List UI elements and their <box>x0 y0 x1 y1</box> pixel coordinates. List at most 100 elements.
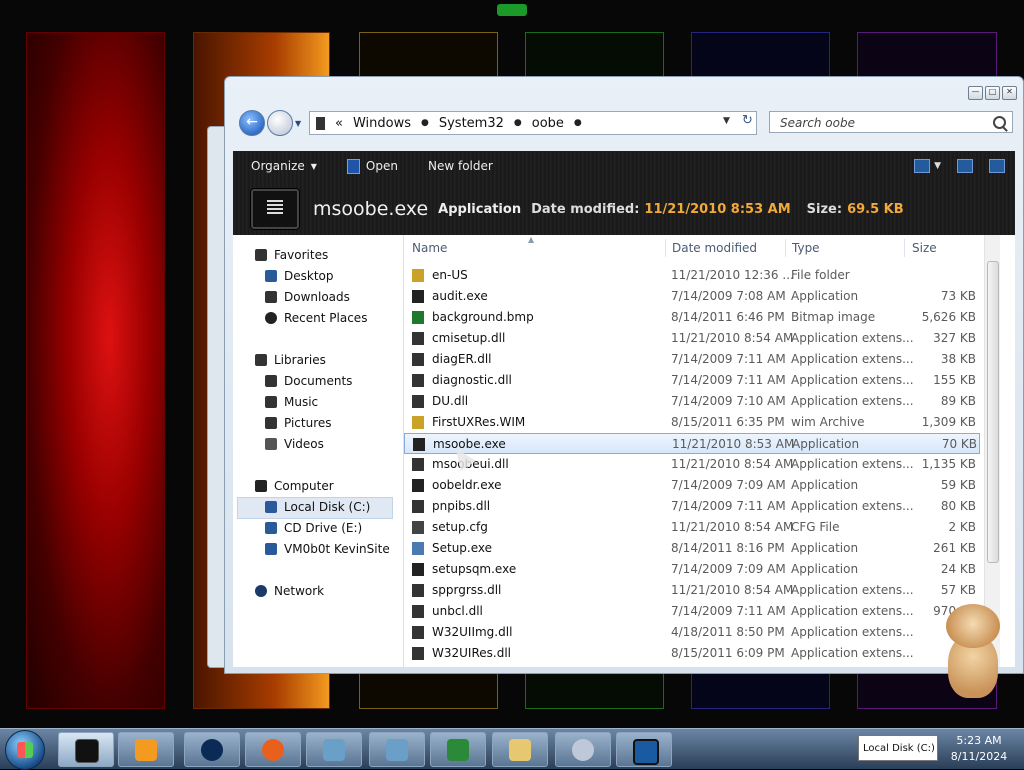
file-row[interactable]: background.bmp 8/14/2011 6:46 PM Bitmap im… <box>404 307 980 328</box>
nav-downloads-label: Downloads <box>284 290 350 304</box>
taskbar-network-tool[interactable] <box>306 732 362 767</box>
taskbar-explorer[interactable] <box>58 732 114 767</box>
file-row[interactable]: setup.cfg 11/21/2010 8:54 AM CFG File 2 KB <box>404 517 980 538</box>
column-name[interactable]: Name <box>412 241 447 255</box>
search-icon[interactable] <box>993 116 1006 129</box>
file-row[interactable]: en-US 11/21/2010 12:36 ... File folder <box>404 265 980 286</box>
file-row[interactable]: setupsqm.exe 7/14/2009 7:09 AM Application… <box>404 559 980 580</box>
file-row[interactable]: diagnostic.dll 7/14/2009 7:11 AM Applicati… <box>404 370 980 391</box>
column-divider[interactable] <box>665 239 666 257</box>
minimize-button[interactable]: — <box>968 86 983 100</box>
breadcrumb-system32[interactable]: System32 <box>439 116 504 131</box>
file-row[interactable]: pnpibs.dll 7/14/2009 7:11 AM Application e… <box>404 496 980 517</box>
taskbar-globe-app[interactable] <box>184 732 240 767</box>
file-name: W32UIImg.dll <box>432 625 513 639</box>
file-date: 7/14/2009 7:08 AM <box>671 289 786 303</box>
organize-label: Organize <box>251 159 305 173</box>
nav-network-drive[interactable]: VM0b0t KevinSite <box>265 539 390 559</box>
file-row[interactable]: cmisetup.dll 11/21/2010 8:54 AM Applicatio… <box>404 328 980 349</box>
cd-drive-icon <box>265 522 277 534</box>
file-icon <box>412 584 424 597</box>
preview-pane-icon[interactable] <box>957 159 973 173</box>
breadcrumb-separator-icon[interactable]: ● <box>421 118 429 128</box>
nav-videos-label: Videos <box>284 437 324 451</box>
file-date: 8/15/2011 6:35 PM <box>671 415 785 429</box>
nav-local-disk[interactable]: Local Disk (C:) <box>265 497 370 517</box>
help-icon[interactable] <box>989 159 1005 173</box>
nav-pictures[interactable]: Pictures <box>265 413 332 433</box>
close-button[interactable]: ✕ <box>1002 86 1017 100</box>
file-row[interactable]: diagER.dll 7/14/2009 7:11 AM Application e… <box>404 349 980 370</box>
clock[interactable]: 5:23 AM 8/11/2024 <box>944 733 1014 765</box>
network-icon <box>255 585 267 597</box>
file-row[interactable]: FirstUXRes.WIM 8/15/2011 6:35 PM wim Archi… <box>404 412 980 433</box>
nav-music[interactable]: Music <box>265 392 318 412</box>
nav-computer[interactable]: Computer <box>255 476 334 496</box>
nav-recent-places[interactable]: Recent Places <box>265 308 367 328</box>
file-row[interactable]: unbcl.dll 7/14/2009 7:11 AM Application ex… <box>404 601 980 622</box>
nav-cd-drive[interactable]: CD Drive (E:) <box>265 518 362 538</box>
nav-favorites[interactable]: Favorites <box>255 245 328 265</box>
change-view-icon[interactable] <box>914 159 931 173</box>
recent-pages-dropdown-icon[interactable]: ▼ <box>295 119 301 128</box>
column-size[interactable]: Size <box>912 241 937 255</box>
application-large-icon <box>251 189 299 229</box>
details-size-label: Size: <box>806 201 843 217</box>
column-date[interactable]: Date modified <box>672 241 757 255</box>
taskbar-disc-app[interactable] <box>555 732 611 767</box>
file-row[interactable]: audit.exe 7/14/2009 7:08 AM Application 73 … <box>404 286 980 307</box>
column-divider[interactable] <box>785 239 786 257</box>
file-icon <box>412 479 424 492</box>
column-type[interactable]: Type <box>792 241 820 255</box>
file-row[interactable]: Setup.exe 8/14/2011 8:16 PM Application 261… <box>404 538 980 559</box>
organize-button[interactable]: Organize ▼ <box>251 159 317 173</box>
taskbar-folder-app[interactable] <box>492 732 548 767</box>
scrollbar-thumb[interactable] <box>987 261 999 563</box>
column-divider[interactable] <box>904 239 905 257</box>
system-tray: Local Disk (C:) 5:23 AM 8/11/2024 <box>840 729 1024 769</box>
file-size: 2 KB <box>948 520 976 534</box>
refresh-icon[interactable]: ↻ <box>742 113 753 128</box>
start-button[interactable] <box>5 730 45 770</box>
taskbar-remote-tool[interactable] <box>369 732 425 767</box>
file-row[interactable]: oobeldr.exe 7/14/2009 7:09 AM Application 5… <box>404 475 980 496</box>
file-type: Application extens... <box>791 394 914 408</box>
file-icon <box>412 458 424 471</box>
breadcrumb-separator-icon[interactable]: ● <box>514 118 522 128</box>
nav-documents[interactable]: Documents <box>265 371 352 391</box>
taskbar-device-app[interactable] <box>616 732 672 767</box>
nav-videos[interactable]: Videos <box>265 434 324 454</box>
nav-downloads[interactable]: Downloads <box>265 287 350 307</box>
address-bar[interactable]: « Windows ● System32 ● oobe ● <box>309 111 757 135</box>
nav-network[interactable]: Network <box>255 581 324 601</box>
back-button[interactable]: ← <box>239 110 265 136</box>
pictures-icon <box>265 417 277 429</box>
forward-button[interactable] <box>267 110 293 136</box>
nav-libraries[interactable]: Libraries <box>255 350 326 370</box>
taskbar-user-app[interactable] <box>430 732 486 767</box>
file-type: Application extens... <box>791 604 914 618</box>
maximize-button[interactable]: □ <box>985 86 1000 100</box>
search-input[interactable]: Search oobe <box>769 111 1013 133</box>
view-dropdown-icon[interactable]: ▼ <box>934 161 941 171</box>
folder-icon <box>412 269 424 282</box>
nav-desktop[interactable]: Desktop <box>265 266 334 286</box>
breadcrumb-oobe[interactable]: oobe <box>532 116 564 131</box>
vertical-scrollbar[interactable] <box>984 235 1000 667</box>
breadcrumb-separator-icon[interactable]: ● <box>574 118 582 128</box>
address-dropdown-icon[interactable]: ▼ <box>723 116 730 126</box>
desktop-icon <box>265 270 277 282</box>
file-row[interactable]: DU.dll 7/14/2009 7:10 AM Application exten… <box>404 391 980 412</box>
file-row[interactable]: spprgrss.dll 11/21/2010 8:54 AM Applicatio… <box>404 580 980 601</box>
open-button[interactable]: Open <box>346 158 398 174</box>
file-row[interactable]: msoobe.exe 11/21/2010 8:53 AM Application 7… <box>404 433 980 454</box>
file-row[interactable]: W32UIImg.dll 4/18/2011 8:50 PM Application… <box>404 622 980 643</box>
new-folder-button[interactable]: New folder <box>428 159 493 173</box>
breadcrumb-windows[interactable]: Windows <box>353 116 411 131</box>
hamster-desktop-pet[interactable] <box>942 604 1004 704</box>
taskbar-firefox[interactable] <box>245 732 301 767</box>
file-row[interactable]: W32UIRes.dll 8/15/2011 6:09 PM Application… <box>404 643 980 664</box>
file-row[interactable]: msoobeui.dll 11/21/2010 8:54 AM Applicatio… <box>404 454 980 475</box>
taskbar-media-player[interactable] <box>118 732 174 767</box>
breadcrumb-overflow-icon[interactable]: « <box>335 116 343 131</box>
